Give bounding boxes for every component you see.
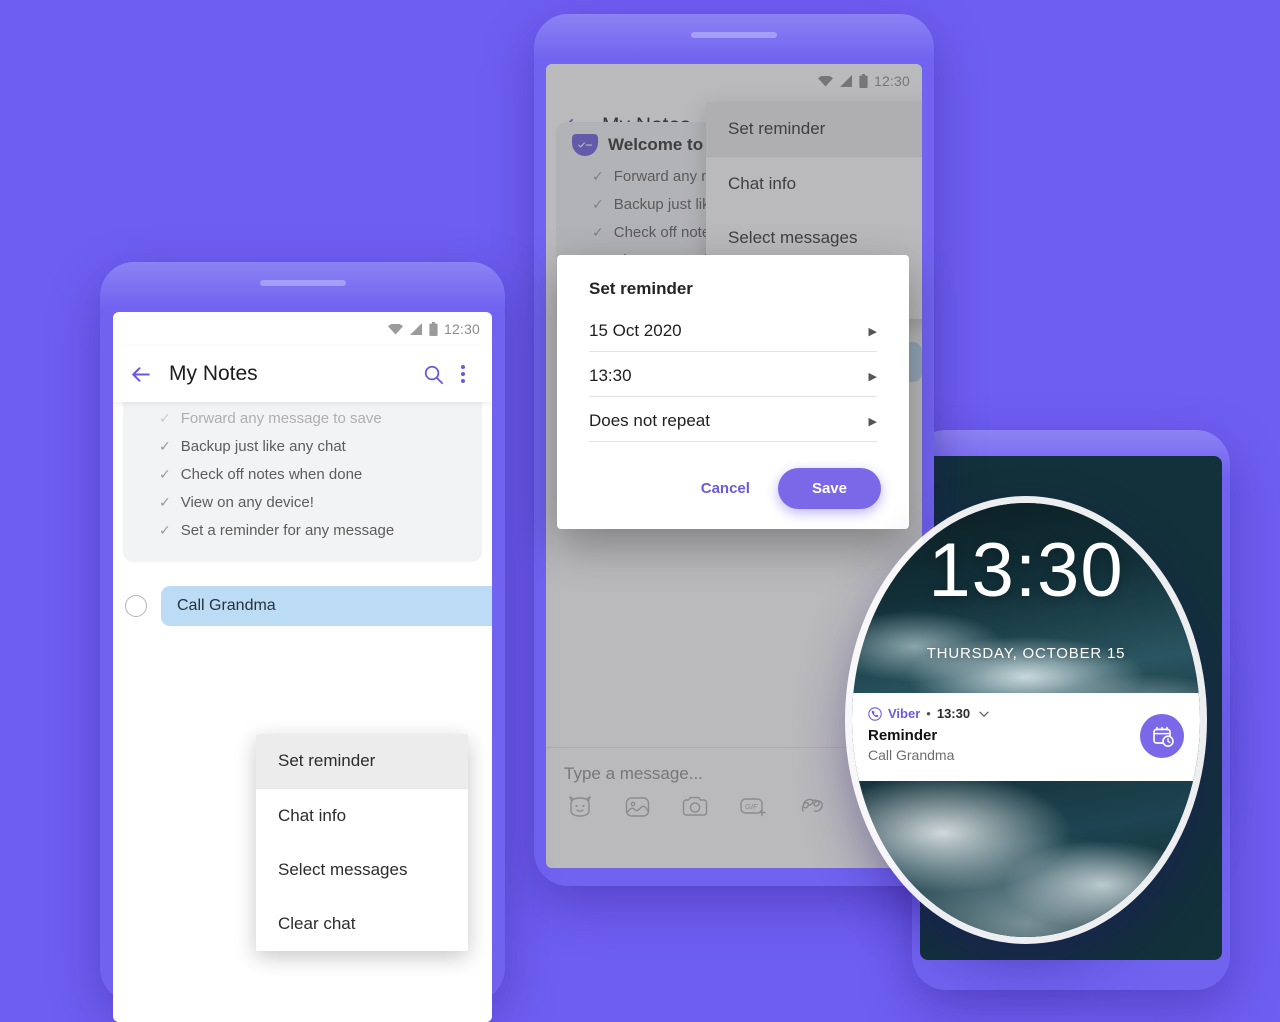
notification-separator: • xyxy=(926,706,931,721)
menu-item-label: Chat info xyxy=(278,806,347,825)
chevron-right-icon: ▶ xyxy=(868,325,877,338)
dialog-title: Set reminder xyxy=(589,279,693,298)
notes-badge-icon xyxy=(572,134,598,156)
gallery-icon[interactable] xyxy=(624,794,651,820)
reminder-calendar-clock-icon xyxy=(1140,713,1184,758)
check-icon: ✓ xyxy=(159,494,171,510)
note-item: ✓ Check off notes when done xyxy=(139,460,466,488)
note-item: ✓ View on any device! xyxy=(139,488,466,516)
menu-item-set-reminder[interactable]: Set reminder xyxy=(706,102,922,157)
note-item: ✓ Forward any message to save xyxy=(139,404,466,432)
reminder-repeat-row[interactable]: Does not repeat ▶ xyxy=(589,397,877,442)
status-bar-left: 12:30 xyxy=(113,312,492,346)
svg-text:GIF: GIF xyxy=(745,802,758,811)
note-item-label: Set a reminder for any message xyxy=(180,522,395,539)
lock-screen-magnifier: 13:30 THURSDAY, OCTOBER 15 Viber • 13:30 xyxy=(852,503,1200,937)
reminder-repeat-value: Does not repeat xyxy=(589,411,710,430)
unchecked-radio-icon[interactable] xyxy=(125,595,147,617)
note-item: ✓ Set a reminder for any message xyxy=(139,516,466,544)
status-bar-time: 12:30 xyxy=(873,73,910,89)
chevron-right-icon: ▶ xyxy=(868,415,877,428)
menu-item-clear-chat[interactable]: Clear chat xyxy=(256,897,468,951)
message-bubble[interactable]: Call Grandma xyxy=(161,586,492,626)
battery-icon xyxy=(859,74,868,88)
back-arrow-icon[interactable] xyxy=(127,361,153,387)
notification-card[interactable]: Viber • 13:30 Reminder Call Grandma xyxy=(852,693,1200,781)
menu-item-label: Select messages xyxy=(278,860,408,879)
page-title: My Notes xyxy=(169,362,258,385)
search-icon[interactable] xyxy=(418,359,448,389)
menu-item-chat-info[interactable]: Chat info xyxy=(256,789,468,843)
reminder-time-row[interactable]: 13:30 ▶ xyxy=(589,352,877,397)
wifi-icon xyxy=(817,75,833,86)
status-bar-time: 12:30 xyxy=(443,321,480,337)
notification-app-name: Viber xyxy=(888,706,921,721)
context-menu-left: Set reminder Chat info Select messages C… xyxy=(256,734,468,951)
sticker-icon[interactable] xyxy=(566,794,594,820)
chat-body-left: ✓ Forward any message to save ✓ Backup j… xyxy=(113,386,492,1022)
screenshot-stage: 12:30 My Notes xyxy=(0,0,1280,1022)
camera-icon[interactable] xyxy=(681,794,709,820)
menu-item-label: Set reminder xyxy=(278,751,376,770)
signal-icon xyxy=(409,323,422,335)
message-row-left: Call Grandma xyxy=(113,586,492,626)
check-icon: ✓ xyxy=(592,168,604,184)
notes-card-left: ✓ Forward any message to save ✓ Backup j… xyxy=(123,386,482,562)
phone-left: 12:30 My Notes ✓ Forward any message to … xyxy=(100,262,505,1022)
reminder-date-row[interactable]: 15 Oct 2020 ▶ xyxy=(589,307,877,352)
app-bar-left: My Notes xyxy=(113,346,492,402)
lock-screen-clock: 13:30 xyxy=(928,528,1124,613)
gif-icon[interactable]: GIF xyxy=(739,794,769,820)
kebab-menu-icon[interactable] xyxy=(448,359,478,389)
set-reminder-dialog: Set reminder 15 Oct 2020 ▶ 13:30 ▶ Does … xyxy=(557,255,909,529)
chevron-right-icon: ▶ xyxy=(868,370,877,383)
check-icon: ✓ xyxy=(592,196,604,212)
menu-item-chat-info[interactable]: Chat info xyxy=(706,157,922,211)
signal-icon xyxy=(839,75,852,87)
battery-icon xyxy=(429,322,438,336)
note-item-label: Backup just like any chat xyxy=(180,438,346,455)
note-item-label: Check off notes when done xyxy=(180,466,363,483)
viber-icon xyxy=(868,706,882,721)
status-bar-middle: 12:30 xyxy=(546,64,922,98)
phone-middle-speaker xyxy=(691,32,777,38)
menu-item-select-messages[interactable]: Select messages xyxy=(256,843,468,897)
note-item-label: View on any device! xyxy=(180,494,314,511)
check-icon: ✓ xyxy=(592,224,604,240)
phone-left-speaker xyxy=(259,280,346,286)
phone-left-screen: 12:30 My Notes ✓ Forward any message to … xyxy=(113,312,492,1022)
wifi-icon xyxy=(387,323,403,334)
notification-body: Call Grandma xyxy=(868,747,955,764)
lock-screen-date: THURSDAY, OCTOBER 15 xyxy=(926,645,1126,662)
check-icon: ✓ xyxy=(159,466,171,482)
check-icon: ✓ xyxy=(159,522,171,538)
chevron-down-icon[interactable] xyxy=(978,708,990,720)
reminder-time-value: 13:30 xyxy=(589,366,632,385)
cancel-button[interactable]: Cancel xyxy=(691,472,760,505)
notification-title: Reminder xyxy=(868,727,938,744)
note-item: ✓ Backup just like any chat xyxy=(139,432,466,460)
lock-screen: 13:30 THURSDAY, OCTOBER 15 Viber • 13:30 xyxy=(852,503,1200,937)
check-icon: ✓ xyxy=(159,438,171,454)
note-item-label: Forward any message to save xyxy=(180,410,382,427)
notification-header: Viber • 13:30 xyxy=(868,706,1140,721)
menu-item-set-reminder[interactable]: Set reminder xyxy=(256,734,468,789)
reminder-date-value: 15 Oct 2020 xyxy=(589,321,682,340)
doodle-icon[interactable] xyxy=(799,794,829,820)
menu-item-label: Clear chat xyxy=(278,914,356,933)
check-icon: ✓ xyxy=(159,410,171,426)
notification-time: 13:30 xyxy=(936,706,971,721)
notification-text: Viber • 13:30 Reminder Call Grandma xyxy=(868,706,1140,766)
